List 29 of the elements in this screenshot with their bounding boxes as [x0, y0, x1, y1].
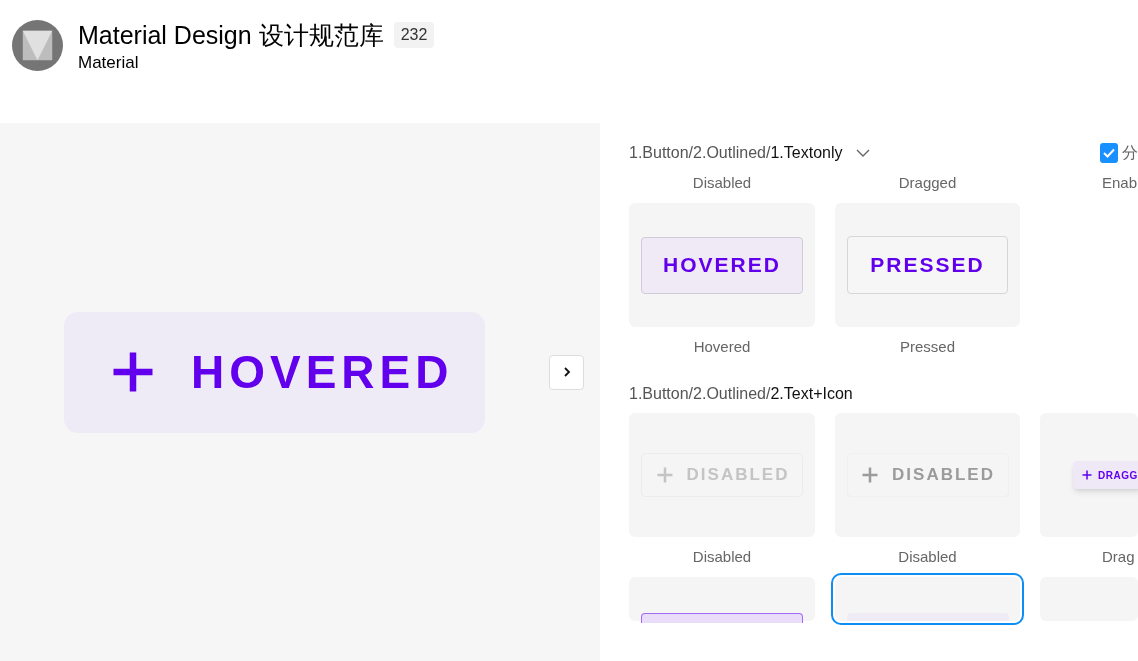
- next-button[interactable]: [549, 354, 584, 390]
- component-card[interactable]: PRESSED: [835, 203, 1020, 327]
- outlined-button: DRAGG: [1073, 461, 1138, 489]
- library-title: Material Design 设计规范库: [78, 20, 384, 50]
- component-card[interactable]: DRAGG: [1040, 413, 1138, 537]
- outlined-button: PRESSED: [847, 236, 1008, 294]
- card-caption: Disabled: [692, 173, 752, 193]
- checkbox-label: 分: [1122, 143, 1138, 163]
- library-subtitle: Material: [78, 52, 140, 74]
- check-icon: [1102, 146, 1116, 160]
- card-caption: Enab: [1102, 173, 1138, 193]
- card-caption: Dragged: [898, 173, 957, 193]
- logo-icon: [12, 20, 63, 71]
- outlined-button: DISABLED: [846, 453, 1009, 497]
- card-caption: Disabled: [692, 547, 752, 567]
- plus-icon: [1081, 469, 1093, 481]
- count-badge: 232: [393, 22, 435, 48]
- card-caption: Pressed: [900, 337, 955, 357]
- card-caption: Disabled: [898, 547, 957, 567]
- section-path: 1.Button/2.Outlined/2.Text+Icon: [629, 384, 853, 404]
- plus-icon: [860, 465, 881, 485]
- outlined-button: HOVERED: [641, 236, 803, 294]
- component-card[interactable]: [629, 577, 815, 621]
- card-caption: Hovered: [693, 337, 751, 357]
- section-path: 1.Button/2.Outlined/1.Textonly: [629, 143, 843, 163]
- chevron-down-icon[interactable]: [856, 148, 871, 158]
- checkbox[interactable]: [1100, 143, 1118, 163]
- card-caption: Drag: [1102, 547, 1135, 567]
- component-card[interactable]: HOVERED: [629, 203, 815, 327]
